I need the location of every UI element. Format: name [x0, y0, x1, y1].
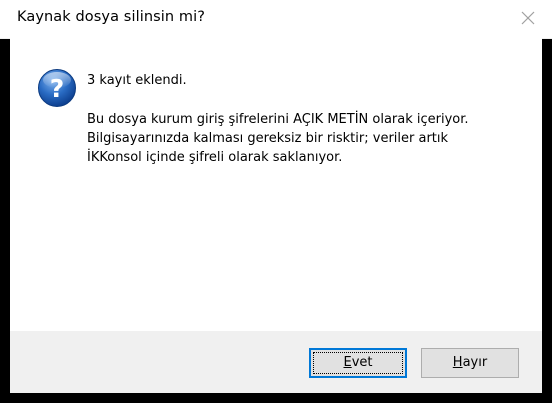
question-icon: ?: [37, 68, 77, 108]
message-summary: 3 kayıt eklendi.: [87, 73, 187, 88]
button-bar: Evet Hayır: [10, 331, 542, 393]
message-line: Bilgisayarınızda kalması gereksiz bir ri…: [87, 131, 449, 146]
close-button[interactable]: [518, 8, 538, 28]
dialog-content: ? 3 kayıt eklendi. Bu dosya kurum giriş …: [10, 38, 542, 331]
no-label: ayır: [462, 355, 488, 370]
message-line: İKKonsol içinde şifreli olarak saklanıyo…: [87, 150, 343, 165]
dialog-title: Kaynak dosya silinsin mi?: [17, 9, 206, 25]
close-icon: [521, 11, 535, 25]
no-button[interactable]: Hayır: [421, 348, 519, 378]
message-line: Bu dosya kurum giriş şifrelerini AÇIK ME…: [87, 112, 469, 127]
focus-ring: [313, 352, 403, 374]
message-body: Bu dosya kurum giriş şifrelerini AÇIK ME…: [87, 110, 469, 167]
no-mnemonic: H: [452, 355, 463, 370]
yes-button[interactable]: Evet: [309, 348, 407, 378]
message-dialog: Kaynak dosya silinsin mi? ? 3 kayıt ekle…: [0, 0, 552, 403]
title-bar[interactable]: Kaynak dosya silinsin mi?: [0, 0, 552, 39]
svg-text:?: ?: [50, 74, 65, 103]
